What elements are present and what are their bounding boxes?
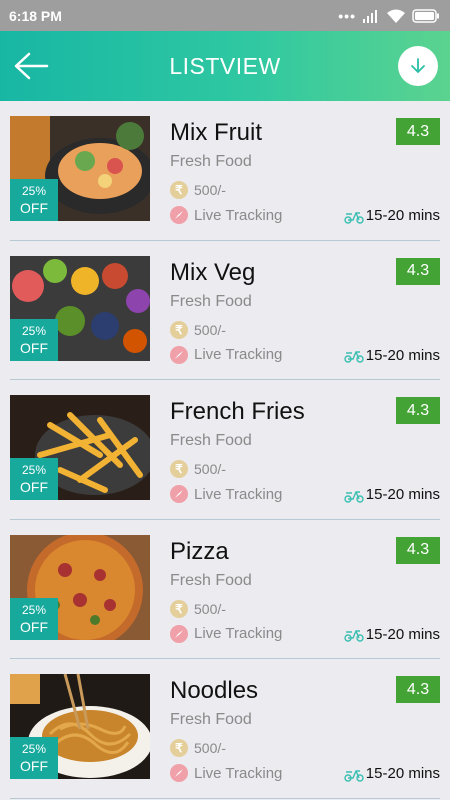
item-price: ₹500/- (170, 599, 226, 618)
list-item[interactable]: 25% OFF French Fries Fresh Food ₹500/- Li… (10, 380, 440, 520)
item-name: Mix Veg (170, 258, 256, 286)
item-price: ₹500/- (170, 181, 226, 199)
delivery-time: 15-20 mins (344, 765, 440, 782)
live-tracking: Live Tracking (170, 485, 282, 503)
rupee-icon: ₹ (170, 599, 188, 618)
status-icons: ••• (338, 8, 440, 24)
dots-icon: ••• (338, 7, 356, 24)
list-item[interactable]: 25% OFF Mix Fruit Fresh Food ₹500/- Live … (10, 101, 440, 241)
rupee-icon: ₹ (170, 320, 188, 339)
delivery-time: 15-20 mins (344, 486, 440, 503)
item-subtitle: Fresh Food (170, 432, 252, 449)
delivery-time: 15-20 mins (344, 207, 440, 224)
item-price: ₹500/- (170, 460, 226, 478)
rating-badge: 4.3 (396, 536, 440, 564)
item-price: ₹500/- (170, 739, 226, 757)
list-item[interactable]: 25% OFF Noodles Fresh Food ₹500/- Live Tr… (10, 659, 440, 799)
item-subtitle: Fresh Food (170, 711, 252, 728)
compass-icon (170, 624, 188, 643)
item-name: French Fries (170, 398, 305, 425)
delivery-time: 15-20 mins (344, 347, 440, 364)
live-tracking: Live Tracking (170, 345, 282, 364)
compass-icon (170, 485, 188, 503)
delivery-time: 15-20 mins (344, 626, 440, 643)
discount-badge: 25% OFF (10, 458, 58, 500)
rating-badge: 4.3 (396, 118, 440, 145)
live-tracking: Live Tracking (170, 624, 282, 643)
rating-badge: 4.3 (396, 676, 440, 703)
status-time: 6:18 PM (9, 7, 62, 24)
scooter-icon (344, 630, 364, 642)
download-button[interactable] (398, 46, 438, 86)
battery-icon (412, 8, 439, 23)
arrow-left-icon[interactable] (13, 50, 49, 82)
discount-badge: 25% OFF (10, 597, 58, 640)
rating-badge: 4.3 (396, 397, 440, 424)
discount-badge: 25% OFF (10, 737, 58, 779)
item-name: Noodles (170, 677, 259, 704)
discount-badge: 25% OFF (10, 318, 58, 361)
item-subtitle: Fresh Food (170, 292, 252, 310)
live-tracking: Live Tracking (170, 206, 282, 224)
rupee-icon: ₹ (170, 460, 188, 478)
scooter-icon (344, 490, 364, 503)
app-bar: LISTVIEW (0, 31, 450, 101)
list-item[interactable]: 25% OFF Pizza Fresh Food ₹500/- Live Trac… (10, 520, 440, 659)
page-title: LISTVIEW (169, 52, 281, 79)
signal-icon (363, 9, 377, 23)
scooter-icon (344, 211, 364, 224)
rating-badge: 4.3 (396, 257, 440, 285)
item-subtitle: Fresh Food (170, 153, 252, 170)
wifi-icon (387, 9, 405, 23)
discount-badge: 25% OFF (10, 179, 58, 221)
compass-icon (170, 345, 188, 364)
list-item[interactable]: 25% OFF Mix Veg Fresh Food ₹500/- Live Tr… (10, 241, 440, 380)
item-name: Mix Fruit (170, 119, 262, 146)
compass-icon (170, 206, 188, 224)
rupee-icon: ₹ (170, 181, 188, 199)
status-bar: 6:18 PM ••• (0, 0, 450, 31)
rupee-icon: ₹ (170, 739, 188, 757)
compass-icon (170, 764, 188, 782)
item-name: Pizza (170, 537, 229, 565)
live-tracking: Live Tracking (170, 764, 282, 782)
item-price: ₹500/- (170, 320, 226, 339)
download-icon (411, 58, 425, 73)
scooter-icon (344, 769, 364, 782)
item-subtitle: Fresh Food (170, 571, 252, 589)
food-list: 25% OFF Mix Fruit Fresh Food ₹500/- Live … (0, 101, 450, 799)
scooter-icon (344, 351, 364, 363)
